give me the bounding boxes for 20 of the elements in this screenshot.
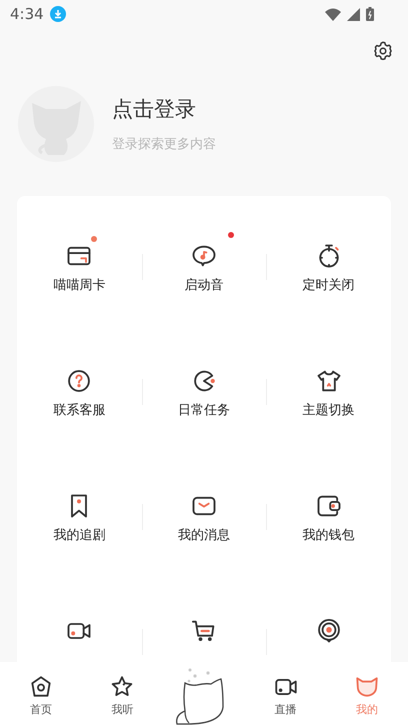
menu-item[interactable]: 定时关闭 [302, 276, 355, 296]
menu-item[interactable]: 我的消息 [178, 526, 230, 546]
wifi-icon [325, 8, 341, 20]
menu-item[interactable]: 我的钱包 [302, 526, 355, 546]
tab-bar-item[interactable]: 我听 [82, 662, 164, 725]
download-icon [50, 6, 66, 22]
login-title[interactable]: 点击登录 [112, 94, 216, 125]
menu-item[interactable]: 我的追剧 [53, 526, 106, 546]
settings-icon[interactable] [372, 40, 394, 62]
battery-icon [366, 7, 374, 21]
login-subtitle: 登录探索更多内容 [112, 136, 216, 154]
status-time: 4:34 [10, 4, 44, 25]
menu-item[interactable]: 联系客服 [53, 401, 106, 420]
signal-icon [347, 8, 360, 20]
tab-bar-item[interactable]: 直播 [244, 662, 326, 725]
menu-item[interactable]: 日常任务 [178, 401, 230, 420]
tab-bar-item[interactable]: 首页 [0, 662, 82, 725]
menu-item[interactable]: 主题切换 [302, 401, 355, 420]
menu-item[interactable]: 喵喵周卡 [53, 276, 106, 296]
menu-item[interactable]: 启动音 [184, 276, 224, 296]
